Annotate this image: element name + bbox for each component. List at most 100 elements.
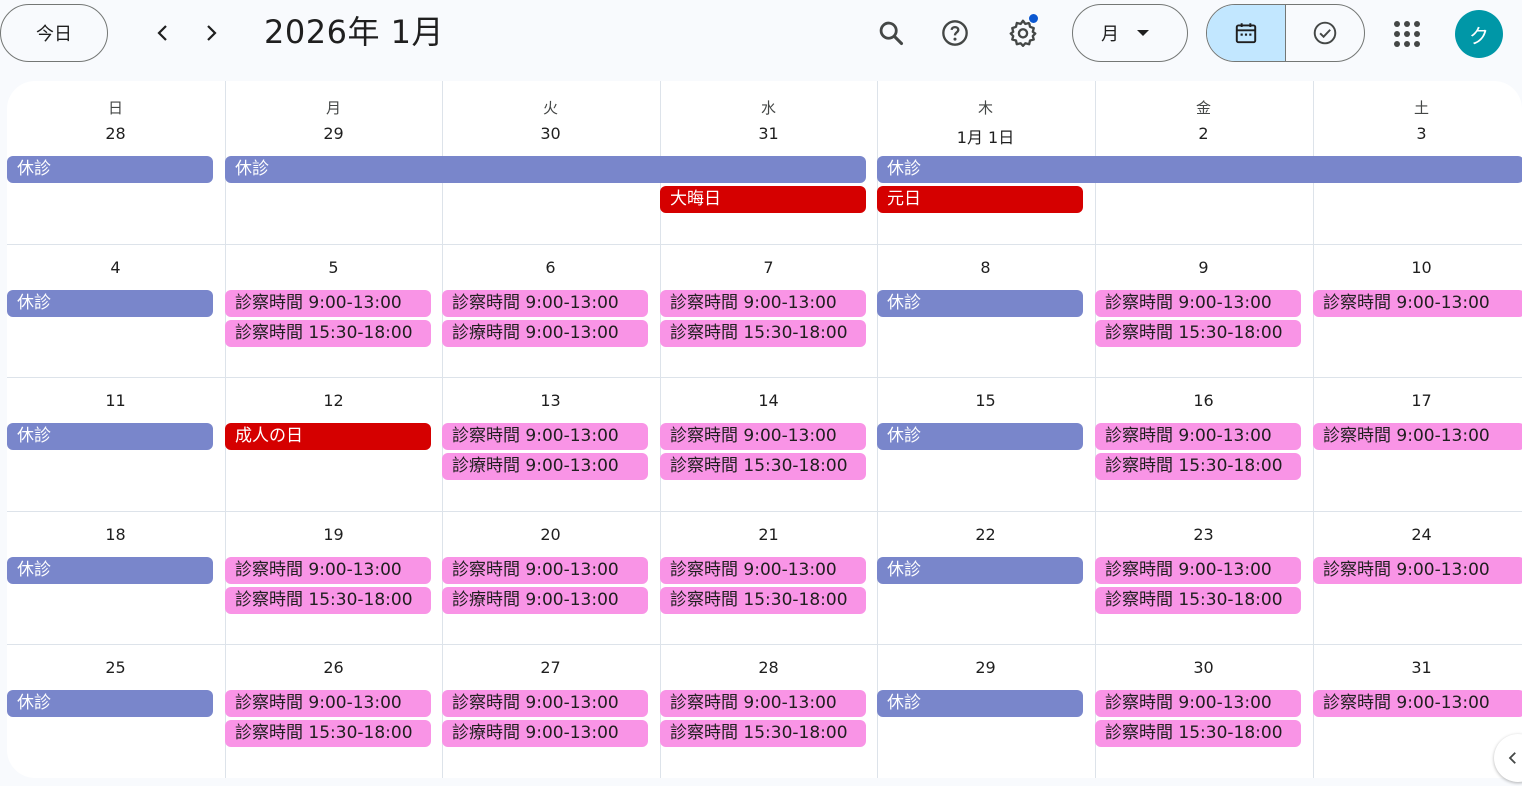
day-number[interactable]: 1月 1日: [877, 124, 1094, 148]
event-chip-hours[interactable]: 診察時間 9:00-13:00: [1095, 690, 1301, 717]
day-number[interactable]: 29: [225, 124, 442, 143]
event-chip-hours[interactable]: 診察時間 9:00-13:00: [225, 557, 431, 584]
settings-button[interactable]: [1003, 13, 1043, 53]
event-chip-holiday[interactable]: 元日: [877, 186, 1083, 213]
weekday-header: 土: [1413, 99, 1429, 117]
event-chip-closed[interactable]: 休診: [7, 423, 213, 450]
event-chip-hours[interactable]: 診察時間 9:00-13:00: [442, 423, 648, 450]
day-number[interactable]: 7: [660, 258, 877, 277]
day-number[interactable]: 25: [7, 658, 224, 677]
event-chip-hours[interactable]: 診察時間 9:00-13:00: [660, 690, 866, 717]
event-chip-closed[interactable]: 休診: [7, 156, 213, 183]
event-chip-hours[interactable]: 診察時間 9:00-13:00: [1095, 290, 1301, 317]
event-chip-hours[interactable]: 診察時間 15:30-18:00: [660, 587, 866, 614]
event-chip-closed[interactable]: 休診: [7, 557, 213, 584]
day-number[interactable]: 22: [877, 525, 1094, 544]
search-button[interactable]: [871, 13, 911, 53]
event-chip-closed[interactable]: 休診: [877, 557, 1083, 584]
day-number[interactable]: 31: [660, 124, 877, 143]
month-grid: 日月火水木金土 28 29 30 31 1月 1日 2 3 4 5 6 7 8 9 10 11 12 13 14 15…: [7, 81, 1522, 778]
day-number[interactable]: 9: [1095, 258, 1312, 277]
notification-dot: [1028, 13, 1039, 24]
tasks-view-button[interactable]: [1286, 5, 1364, 61]
day-number[interactable]: 15: [877, 391, 1094, 410]
day-number[interactable]: 30: [442, 124, 659, 143]
event-chip-closed[interactable]: 休診: [877, 156, 1522, 183]
event-chip-hours[interactable]: 診療時間 9:00-13:00: [442, 587, 648, 614]
event-chip-hours[interactable]: 診察時間 15:30-18:00: [1095, 720, 1301, 747]
event-chip-hours[interactable]: 診療時間 9:00-13:00: [442, 720, 648, 747]
event-chip-closed[interactable]: 休診: [877, 290, 1083, 317]
day-number[interactable]: 8: [877, 258, 1094, 277]
day-number[interactable]: 16: [1095, 391, 1312, 410]
event-chip-hours[interactable]: 診察時間 9:00-13:00: [1095, 557, 1301, 584]
avatar[interactable]: ク: [1455, 10, 1503, 58]
event-chip-closed[interactable]: 休診: [7, 290, 213, 317]
day-number[interactable]: 28: [660, 658, 877, 677]
event-chip-hours[interactable]: 診察時間 9:00-13:00: [1313, 690, 1522, 717]
event-chip-hours[interactable]: 診察時間 9:00-13:00: [225, 690, 431, 717]
event-chip-holiday[interactable]: 大晦日: [660, 186, 866, 213]
day-number[interactable]: 5: [225, 258, 442, 277]
event-chip-hours[interactable]: 診察時間 15:30-18:00: [225, 720, 431, 747]
event-chip-hours[interactable]: 診察時間 9:00-13:00: [660, 290, 866, 317]
day-number[interactable]: 3: [1313, 124, 1522, 143]
day-number[interactable]: 26: [225, 658, 442, 677]
event-chip-hours[interactable]: 診察時間 9:00-13:00: [1313, 423, 1522, 450]
chevron-right-icon: [207, 25, 217, 41]
event-chip-holiday[interactable]: 成人の日: [225, 423, 431, 450]
help-button[interactable]: [935, 13, 975, 53]
event-chip-hours[interactable]: 診察時間 15:30-18:00: [225, 587, 431, 614]
previous-month-button[interactable]: [143, 13, 183, 53]
calendar-view-button[interactable]: [1207, 5, 1286, 61]
day-number[interactable]: 28: [7, 124, 224, 143]
event-chip-closed[interactable]: 休診: [225, 156, 866, 183]
day-number[interactable]: 29: [877, 658, 1094, 677]
next-month-button[interactable]: [191, 13, 231, 53]
event-chip-closed[interactable]: 休診: [877, 423, 1083, 450]
day-number[interactable]: 12: [225, 391, 442, 410]
day-number[interactable]: 10: [1313, 258, 1522, 277]
day-number[interactable]: 21: [660, 525, 877, 544]
event-chip-hours[interactable]: 診察時間 9:00-13:00: [225, 290, 431, 317]
day-number[interactable]: 24: [1313, 525, 1522, 544]
event-chip-hours[interactable]: 診察時間 15:30-18:00: [1095, 320, 1301, 347]
today-button[interactable]: 今日: [0, 4, 108, 62]
apps-grid-icon[interactable]: [1390, 17, 1424, 51]
day-number[interactable]: 23: [1095, 525, 1312, 544]
day-number[interactable]: 31: [1313, 658, 1522, 677]
event-chip-hours[interactable]: 診察時間 9:00-13:00: [1095, 423, 1301, 450]
event-chip-hours[interactable]: 診察時間 9:00-13:00: [660, 557, 866, 584]
event-chip-hours[interactable]: 診療時間 9:00-13:00: [442, 453, 648, 480]
weekday-header: 火: [542, 99, 558, 117]
event-chip-hours[interactable]: 診察時間 9:00-13:00: [1313, 290, 1522, 317]
event-chip-hours[interactable]: 診察時間 15:30-18:00: [660, 720, 866, 747]
day-number[interactable]: 20: [442, 525, 659, 544]
day-number[interactable]: 19: [225, 525, 442, 544]
event-chip-hours[interactable]: 診察時間 15:30-18:00: [1095, 453, 1301, 480]
event-chip-hours[interactable]: 診察時間 15:30-18:00: [660, 320, 866, 347]
day-number[interactable]: 17: [1313, 391, 1522, 410]
day-number[interactable]: 2: [1095, 124, 1312, 143]
day-number[interactable]: 4: [7, 258, 224, 277]
day-number[interactable]: 13: [442, 391, 659, 410]
event-chip-closed[interactable]: 休診: [7, 690, 213, 717]
day-number[interactable]: 14: [660, 391, 877, 410]
day-number[interactable]: 6: [442, 258, 659, 277]
event-chip-hours[interactable]: 診察時間 15:30-18:00: [225, 320, 431, 347]
event-chip-hours[interactable]: 診察時間 9:00-13:00: [442, 557, 648, 584]
event-chip-hours[interactable]: 診察時間 9:00-13:00: [442, 690, 648, 717]
day-number[interactable]: 27: [442, 658, 659, 677]
view-select[interactable]: 月: [1072, 4, 1188, 62]
event-chip-hours[interactable]: 診察時間 15:30-18:00: [1095, 587, 1301, 614]
event-chip-hours[interactable]: 診察時間 9:00-13:00: [660, 423, 866, 450]
day-number[interactable]: 30: [1095, 658, 1312, 677]
day-number[interactable]: 11: [7, 391, 224, 410]
event-chip-hours[interactable]: 診察時間 15:30-18:00: [660, 453, 866, 480]
event-chip-hours[interactable]: 診察時間 9:00-13:00: [442, 290, 648, 317]
event-chip-hours[interactable]: 診療時間 9:00-13:00: [442, 320, 648, 347]
weekday-header: 日: [107, 99, 123, 117]
event-chip-closed[interactable]: 休診: [877, 690, 1083, 717]
event-chip-hours[interactable]: 診察時間 9:00-13:00: [1313, 557, 1522, 584]
day-number[interactable]: 18: [7, 525, 224, 544]
